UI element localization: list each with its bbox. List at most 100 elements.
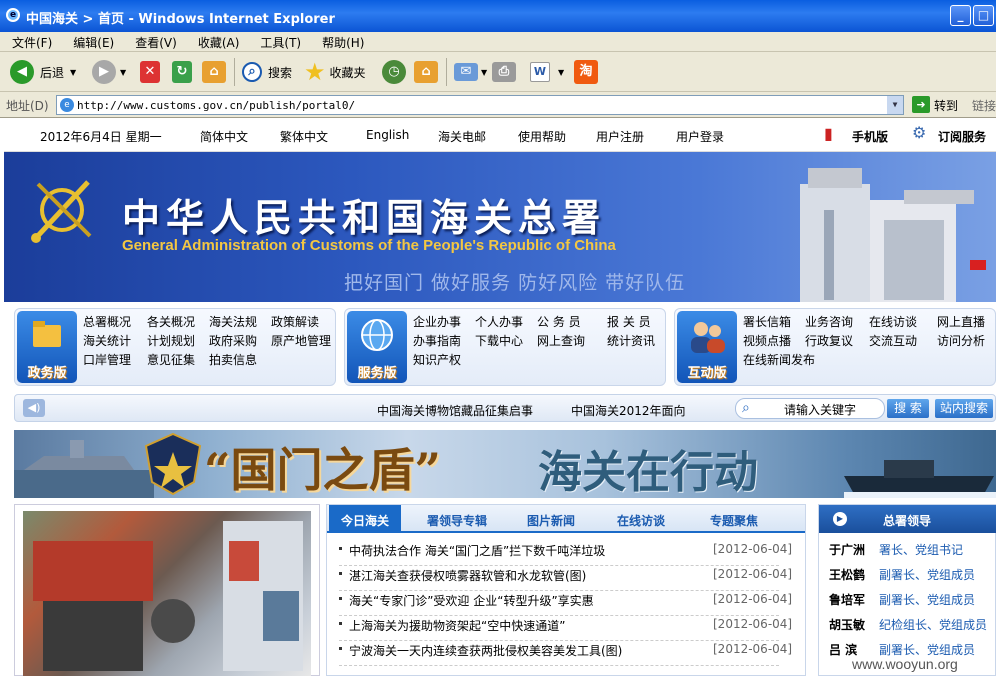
promo-banner[interactable]: “国门之盾” 海关在行动 bbox=[14, 430, 996, 498]
link-exchange[interactable]: 交流互动 bbox=[869, 332, 917, 351]
address-dropdown-icon[interactable]: ▼ bbox=[887, 96, 903, 114]
site-search-button[interactable]: 站内搜索 bbox=[935, 399, 993, 418]
link-ip[interactable]: 知识产权 bbox=[413, 351, 461, 370]
leader-row[interactable]: 鲁培军 副署长、党组成员 bbox=[829, 591, 975, 608]
minimize-button[interactable]: _ bbox=[950, 5, 971, 26]
tab-interview[interactable]: 在线访谈 bbox=[617, 512, 665, 529]
link-query[interactable]: 网上查询 bbox=[537, 332, 585, 351]
link-interview[interactable]: 在线访谈 bbox=[869, 313, 917, 332]
stop-button[interactable]: ✕ bbox=[140, 58, 160, 86]
news-item[interactable]: 中荷执法合作 海关“国门之盾”拦下数千吨洋垃圾 [2012-06-04] bbox=[339, 541, 792, 566]
favorites-button[interactable]: ★ 收藏夹 bbox=[304, 58, 366, 86]
leader-row[interactable]: 于广洲 署长、党组书记 bbox=[829, 541, 963, 558]
leader-post[interactable]: 副署长、党组成员 bbox=[879, 568, 975, 582]
edit-button[interactable]: W ▼ bbox=[530, 58, 564, 86]
site-search-input[interactable]: ⌕ 请输入关键字 bbox=[735, 398, 885, 419]
menu-tools[interactable]: 工具(T) bbox=[248, 32, 310, 51]
link-enterprise[interactable]: 企业办事 bbox=[413, 313, 461, 332]
link-laws[interactable]: 海关法规 bbox=[209, 313, 257, 332]
link-planning[interactable]: 计划规划 bbox=[147, 332, 195, 351]
links-label[interactable]: 链接 bbox=[972, 97, 996, 114]
back-button[interactable]: ◀ 后退 ▼ bbox=[10, 58, 76, 86]
history-button[interactable]: ◷ bbox=[382, 58, 406, 86]
link-review[interactable]: 行政复议 bbox=[805, 332, 853, 351]
ticker-item-2[interactable]: 中国海关2012年面向 bbox=[571, 402, 686, 419]
mail-button[interactable]: ✉ ▼ bbox=[454, 58, 487, 86]
subscribe-link[interactable]: 订阅服务 bbox=[938, 128, 986, 145]
taobao-button[interactable]: 淘 bbox=[574, 58, 598, 86]
photo-news[interactable] bbox=[14, 504, 320, 676]
menu-help[interactable]: 帮助(H) bbox=[310, 32, 373, 51]
link-personal[interactable]: 个人办事 bbox=[475, 313, 523, 332]
news-item[interactable]: 海关“专家门诊”受欢迎 企业“转型升级”享实惠 [2012-06-04] bbox=[339, 591, 792, 616]
tab-topics[interactable]: 专题聚焦 bbox=[710, 512, 758, 529]
news-item[interactable]: 湛江海关查获侵权喷雾器软管和水龙软管(图) [2012-06-04] bbox=[339, 566, 792, 591]
link-port[interactable]: 口岸管理 bbox=[83, 351, 131, 370]
link-statistics[interactable]: 海关统计 bbox=[83, 332, 131, 351]
link-policy[interactable]: 政策解读 bbox=[271, 313, 319, 332]
tab-photo-news[interactable]: 图片新闻 bbox=[527, 512, 575, 529]
link-director-mailbox[interactable]: 署长信箱 bbox=[743, 313, 791, 332]
ticker-item-1[interactable]: 中国海关博物馆藏品征集启事 bbox=[377, 402, 533, 419]
nav-mail[interactable]: 海关电邮 bbox=[438, 128, 486, 145]
news-photo[interactable] bbox=[23, 511, 311, 676]
leader-post[interactable]: 署长、党组书记 bbox=[879, 543, 963, 557]
menu-favorites[interactable]: 收藏(A) bbox=[186, 32, 249, 51]
link-general[interactable]: 总署概况 bbox=[83, 313, 131, 332]
tab-today[interactable]: 今日海关 bbox=[329, 505, 402, 533]
leader-row[interactable]: 王松鹤 副署长、党组成员 bbox=[829, 566, 975, 583]
news-item[interactable]: 宁波海关一天内连续查获两批侵权美容美发工具(图) [2012-06-04] bbox=[339, 641, 792, 666]
link-origin[interactable]: 原产地管理 bbox=[271, 332, 331, 351]
forward-button[interactable]: ▶ ▼ bbox=[92, 58, 126, 86]
news-title[interactable]: 海关“专家门诊”受欢迎 企业“转型升级”享实惠 bbox=[349, 592, 594, 609]
news-title[interactable]: 湛江海关查获侵权喷雾器软管和水龙软管(图) bbox=[349, 567, 586, 584]
link-auction[interactable]: 拍卖信息 bbox=[209, 351, 257, 370]
leader-post[interactable]: 纪检组长、党组成员 bbox=[879, 618, 987, 632]
leader-post[interactable]: 副署长、党组成员 bbox=[879, 593, 975, 607]
search-submit-button[interactable]: 搜 索 bbox=[887, 399, 929, 418]
link-civil-servant[interactable]: 公 务 员 bbox=[537, 313, 581, 332]
news-item[interactable]: 上海海关为援助物资架起“空中快速通道” [2012-06-04] bbox=[339, 616, 792, 641]
link-download[interactable]: 下载中心 bbox=[475, 332, 523, 351]
link-video[interactable]: 视频点播 bbox=[743, 332, 791, 351]
menu-view[interactable]: 查看(V) bbox=[123, 32, 186, 51]
maximize-button[interactable]: □ bbox=[973, 5, 994, 26]
leader-post[interactable]: 副署长、党组成员 bbox=[879, 643, 975, 657]
nav-login[interactable]: 用户登录 bbox=[676, 128, 724, 145]
home2-button[interactable]: ⌂ bbox=[414, 58, 438, 86]
refresh-button[interactable]: ↻ bbox=[172, 58, 192, 86]
link-branches[interactable]: 各关概况 bbox=[147, 313, 195, 332]
tab-leaders[interactable]: 署领导专辑 bbox=[427, 512, 487, 529]
nav-traditional[interactable]: 繁体中文 bbox=[280, 128, 328, 145]
link-declarant[interactable]: 报 关 员 bbox=[607, 313, 651, 332]
go-arrow-icon[interactable]: ➜ bbox=[912, 96, 930, 113]
service-label: 服务版 bbox=[357, 366, 397, 381]
link-stat-info[interactable]: 统计资讯 bbox=[607, 332, 655, 351]
interactive-badge[interactable]: 互动版 bbox=[677, 311, 737, 383]
link-press[interactable]: 在线新闻发布 bbox=[743, 351, 815, 370]
nav-simplified[interactable]: 简体中文 bbox=[200, 128, 248, 145]
address-input[interactable]: e http://www.customs.gov.cn/publish/port… bbox=[56, 95, 904, 115]
nav-english[interactable]: English bbox=[366, 128, 409, 142]
menu-file[interactable]: 文件(F) bbox=[0, 32, 61, 51]
go-button[interactable]: 转到 bbox=[934, 97, 958, 114]
search-button[interactable]: ⌕ 搜索 bbox=[242, 58, 292, 86]
news-title[interactable]: 宁波海关一天内连续查获两批侵权美容美发工具(图) bbox=[349, 642, 622, 659]
link-analysis[interactable]: 访问分析 bbox=[937, 332, 985, 351]
link-guide[interactable]: 办事指南 bbox=[413, 332, 461, 351]
home-button[interactable]: ⌂ bbox=[202, 58, 226, 86]
mobile-version-link[interactable]: 手机版 bbox=[852, 128, 888, 145]
print-button[interactable]: ⎙ bbox=[492, 58, 516, 86]
news-title[interactable]: 上海海关为援助物资架起“空中快速通道” bbox=[349, 617, 565, 634]
service-badge[interactable]: 服务版 bbox=[347, 311, 407, 383]
nav-register[interactable]: 用户注册 bbox=[596, 128, 644, 145]
menu-edit[interactable]: 编辑(E) bbox=[61, 32, 123, 51]
leader-row[interactable]: 胡玉敏 纪检组长、党组成员 bbox=[829, 616, 987, 633]
news-title[interactable]: 中荷执法合作 海关“国门之盾”拦下数千吨洋垃圾 bbox=[349, 542, 605, 559]
link-live[interactable]: 网上直播 bbox=[937, 313, 985, 332]
gov-badge[interactable]: 政务版 bbox=[17, 311, 77, 383]
link-procurement[interactable]: 政府采购 bbox=[209, 332, 257, 351]
link-opinions[interactable]: 意见征集 bbox=[147, 351, 195, 370]
nav-help[interactable]: 使用帮助 bbox=[518, 128, 566, 145]
link-consult[interactable]: 业务咨询 bbox=[805, 313, 853, 332]
